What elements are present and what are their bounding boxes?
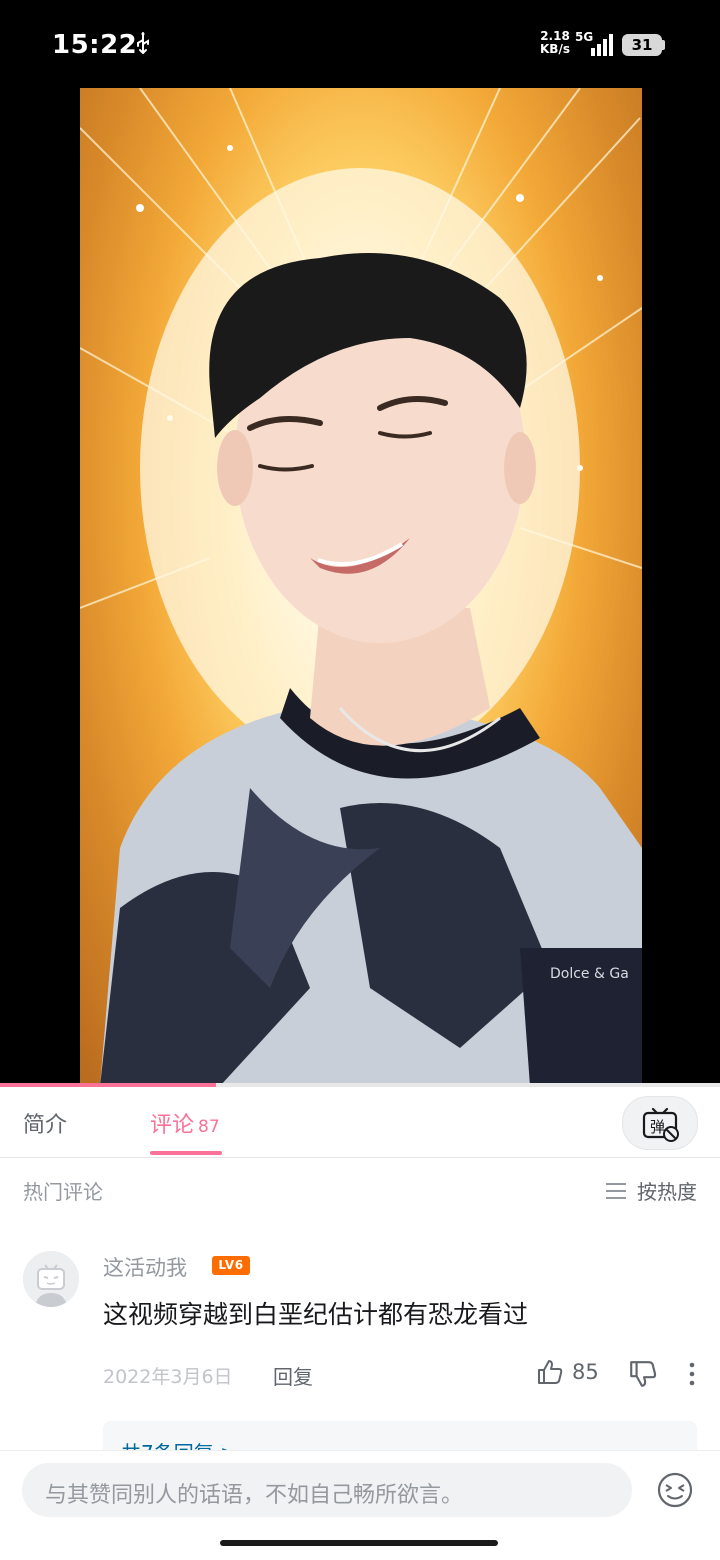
comment-input[interactable]: 与其赞同别人的话语，不如自己畅所欲言。 — [22, 1463, 632, 1517]
comment-date: 2022年3月6日 — [103, 1366, 233, 1388]
tab-intro[interactable]: 简介 — [23, 1107, 67, 1139]
tab-comments[interactable]: 评论 87 — [150, 1107, 220, 1139]
svg-text:Dolce & Ga: Dolce & Ga — [550, 966, 629, 982]
comments-count: 87 — [198, 1117, 220, 1137]
video-scene: Dolce & Ga — [80, 88, 642, 1086]
status-time: 15:22 — [52, 30, 138, 60]
video-frame[interactable]: Dolce & Ga — [80, 88, 642, 1086]
thumbs-down-icon[interactable] — [628, 1359, 658, 1389]
sort-label: 按热度 — [637, 1180, 697, 1204]
default-avatar-icon — [23, 1251, 79, 1307]
active-tab-indicator — [150, 1151, 222, 1155]
usb-icon — [137, 32, 149, 54]
thumbs-up-icon — [538, 1360, 563, 1384]
comment-text[interactable]: 这视频穿越到白垩纪估计都有恐龙看过 — [103, 1295, 528, 1331]
tab-comments-label: 评论 — [150, 1113, 195, 1138]
comment-composer: 与其赞同别人的话语，不如自己畅所欲言。 — [0, 1450, 720, 1560]
comment-item: 这活动我 LV6 这视频穿越到白垩纪估计都有恐龙看过 2022年3月6日 回复 … — [0, 1240, 720, 1461]
status-bar: 15:22 2.18 KB/s 5G 31 — [0, 0, 720, 88]
emoji-icon[interactable] — [656, 1471, 694, 1509]
reply-button[interactable]: 回复 — [273, 1361, 313, 1390]
comment-input-placeholder: 与其赞同别人的话语，不如自己畅所欲言。 — [45, 1483, 464, 1508]
video-player[interactable]: Dolce & Ga — [0, 88, 720, 1086]
comment-username[interactable]: 这活动我 — [103, 1252, 187, 1282]
signal-icon — [591, 34, 613, 56]
home-indicator[interactable] — [220, 1540, 498, 1546]
net-speed: 2.18 KB/s — [540, 29, 570, 56]
avatar[interactable] — [23, 1251, 79, 1307]
more-options-icon[interactable] — [682, 1361, 702, 1387]
battery-tip — [662, 40, 665, 50]
sort-button[interactable]: 按热度 — [605, 1176, 697, 1205]
danmaku-toggle-button[interactable]: 弹 — [622, 1096, 698, 1150]
level-badge: LV6 — [212, 1256, 250, 1275]
sort-menu-icon — [606, 1182, 626, 1199]
danmaku-toggle-icon: 弹 — [642, 1107, 679, 1142]
battery-icon: 31 — [622, 34, 662, 56]
svg-text:弹: 弹 — [650, 1118, 665, 1136]
tab-bar: 简介 评论 87 弹 — [0, 1087, 720, 1158]
like-count: 85 — [572, 1360, 599, 1384]
like-button[interactable]: 85 — [536, 1358, 599, 1386]
comments-header: 热门评论 按热度 — [0, 1158, 720, 1218]
hot-comments-title: 热门评论 — [23, 1180, 103, 1204]
